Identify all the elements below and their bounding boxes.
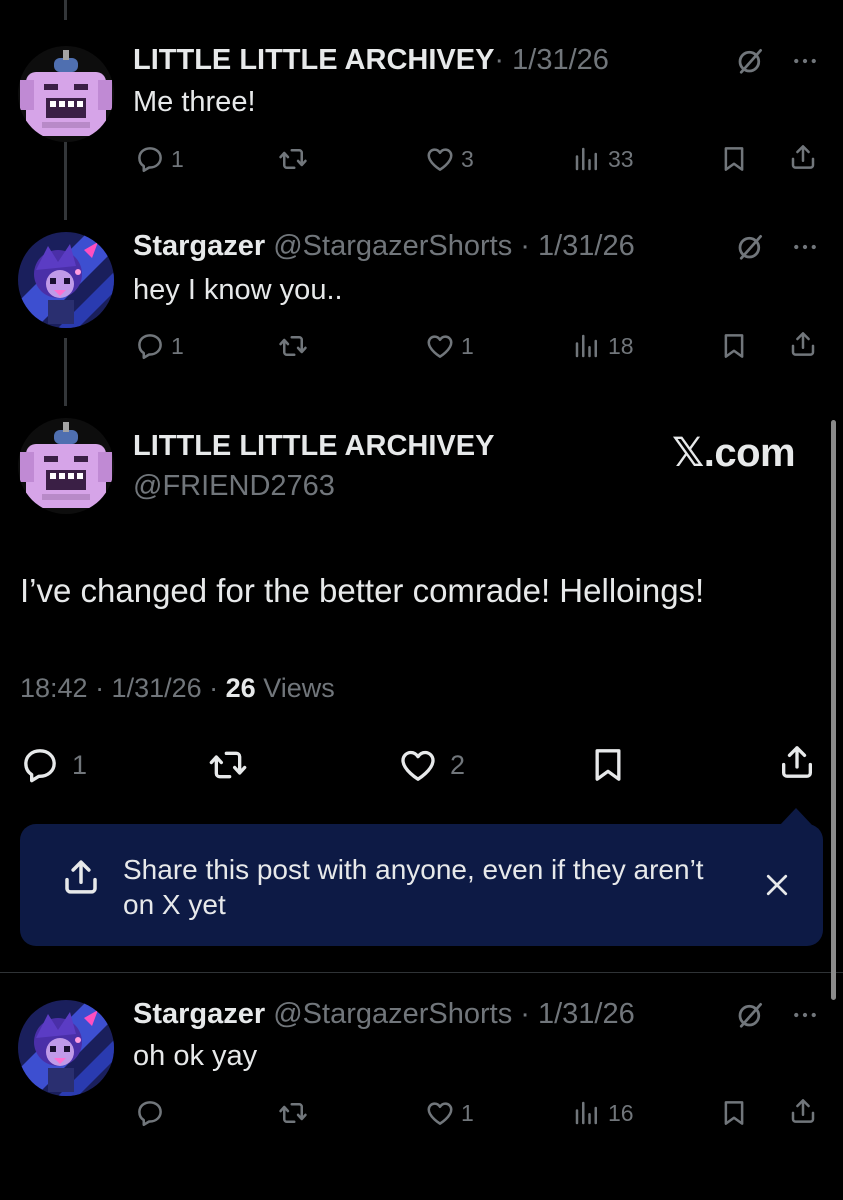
- share-icon: [60, 856, 102, 898]
- post-header: Stargazer @StargazerShorts · 1/31/26: [133, 230, 635, 263]
- thread-line: [64, 0, 67, 20]
- like-icon: [425, 331, 455, 361]
- view-count: 16: [608, 1099, 634, 1126]
- banner-pointer: [780, 808, 812, 825]
- views-button[interactable]: 16: [572, 1098, 634, 1128]
- share-icon[interactable]: [788, 329, 818, 359]
- views-label: Views: [255, 673, 335, 703]
- author-handle[interactable]: @FRIEND2763: [133, 470, 335, 503]
- stargazer-avatar[interactable]: [18, 1000, 114, 1096]
- views-icon: [572, 144, 602, 174]
- like-button[interactable]: 1: [425, 331, 474, 361]
- reply-icon: [135, 1098, 165, 1128]
- scrollbar[interactable]: [831, 420, 836, 1000]
- grok-icon[interactable]: [735, 232, 765, 262]
- reply-button[interactable]: 1: [20, 745, 87, 785]
- thread-line: [64, 338, 67, 406]
- author-name[interactable]: Stargazer: [133, 998, 265, 1030]
- watermark: 𝕏.com: [672, 431, 796, 475]
- reply-button[interactable]: 1: [135, 331, 184, 361]
- view-count: 18: [608, 332, 634, 359]
- more-icon[interactable]: [790, 46, 820, 76]
- post-text: hey I know you..: [133, 274, 343, 306]
- post-text: Me three!: [133, 86, 256, 118]
- reply-count: 1: [171, 145, 184, 172]
- post-meta: · 1/31/26: [494, 44, 609, 76]
- thread-line: [64, 140, 67, 220]
- timestamp[interactable]: 18:42 · 1/31/26 ·: [20, 673, 226, 703]
- share-banner-text: Share this post with anyone, even if the…: [123, 854, 704, 920]
- views-count: 26: [225, 673, 256, 703]
- repost-button[interactable]: [278, 1098, 308, 1128]
- bookmark-icon[interactable]: [719, 1098, 749, 1128]
- like-count: 2: [450, 749, 466, 780]
- stargazer-avatar[interactable]: [18, 232, 114, 328]
- like-count: 3: [461, 145, 474, 172]
- more-icon[interactable]: [790, 232, 820, 262]
- like-icon: [425, 144, 455, 174]
- like-button[interactable]: 3: [425, 144, 474, 174]
- bookmark-icon[interactable]: [719, 331, 749, 361]
- author-name[interactable]: LITTLE LITTLE ARCHIVEY: [133, 430, 494, 463]
- like-icon: [398, 745, 438, 785]
- robot-avatar[interactable]: [18, 418, 114, 514]
- like-count: 1: [461, 332, 474, 359]
- views-icon: [572, 1098, 602, 1128]
- views-icon: [572, 331, 602, 361]
- bookmark-icon[interactable]: [719, 144, 749, 174]
- share-icon[interactable]: [788, 1096, 818, 1126]
- views-button[interactable]: 18: [572, 331, 634, 361]
- close-icon[interactable]: [762, 870, 792, 900]
- grok-icon[interactable]: [735, 46, 765, 76]
- view-count: 33: [608, 145, 634, 172]
- reply-count: 1: [171, 332, 184, 359]
- repost-button[interactable]: [278, 144, 308, 174]
- share-banner[interactable]: Share this post with anyone, even if the…: [20, 824, 823, 946]
- like-button[interactable]: 1: [425, 1098, 474, 1128]
- divider: [0, 972, 843, 973]
- post-text: oh ok yay: [133, 1040, 258, 1072]
- grok-icon[interactable]: [735, 1000, 765, 1030]
- repost-button[interactable]: [278, 331, 308, 361]
- repost-icon: [278, 331, 308, 361]
- author-name[interactable]: LITTLE LITTLE ARCHIVEY: [133, 44, 494, 76]
- like-count: 1: [461, 1099, 474, 1126]
- post-header: LITTLE LITTLE ARCHIVEY· 1/31/26: [133, 44, 609, 77]
- share-icon[interactable]: [777, 742, 817, 782]
- reply-button[interactable]: [135, 1098, 171, 1128]
- reply-count: 1: [72, 749, 88, 780]
- robot-avatar[interactable]: [18, 46, 114, 142]
- reply-icon: [135, 144, 165, 174]
- bookmark-icon[interactable]: [588, 745, 628, 785]
- post-meta: 18:42 · 1/31/26 · 26 Views: [20, 673, 335, 704]
- more-icon[interactable]: [790, 1000, 820, 1030]
- repost-icon: [278, 144, 308, 174]
- repost-icon: [278, 1098, 308, 1128]
- repost-icon: [208, 745, 248, 785]
- reply-icon: [135, 331, 165, 361]
- post-meta: @StargazerShorts · 1/31/26: [265, 230, 635, 262]
- post-meta: @StargazerShorts · 1/31/26: [265, 998, 635, 1030]
- author-name[interactable]: Stargazer: [133, 230, 265, 262]
- like-button[interactable]: 2: [398, 745, 465, 785]
- post-text: I’ve changed for the better comrade! Hel…: [20, 572, 705, 609]
- reply-button[interactable]: 1: [135, 144, 184, 174]
- post-header: Stargazer @StargazerShorts · 1/31/26: [133, 998, 635, 1031]
- views-button[interactable]: 33: [572, 144, 634, 174]
- reply-icon: [20, 745, 60, 785]
- repost-button[interactable]: [208, 745, 248, 785]
- like-icon: [425, 1098, 455, 1128]
- share-icon[interactable]: [788, 142, 818, 172]
